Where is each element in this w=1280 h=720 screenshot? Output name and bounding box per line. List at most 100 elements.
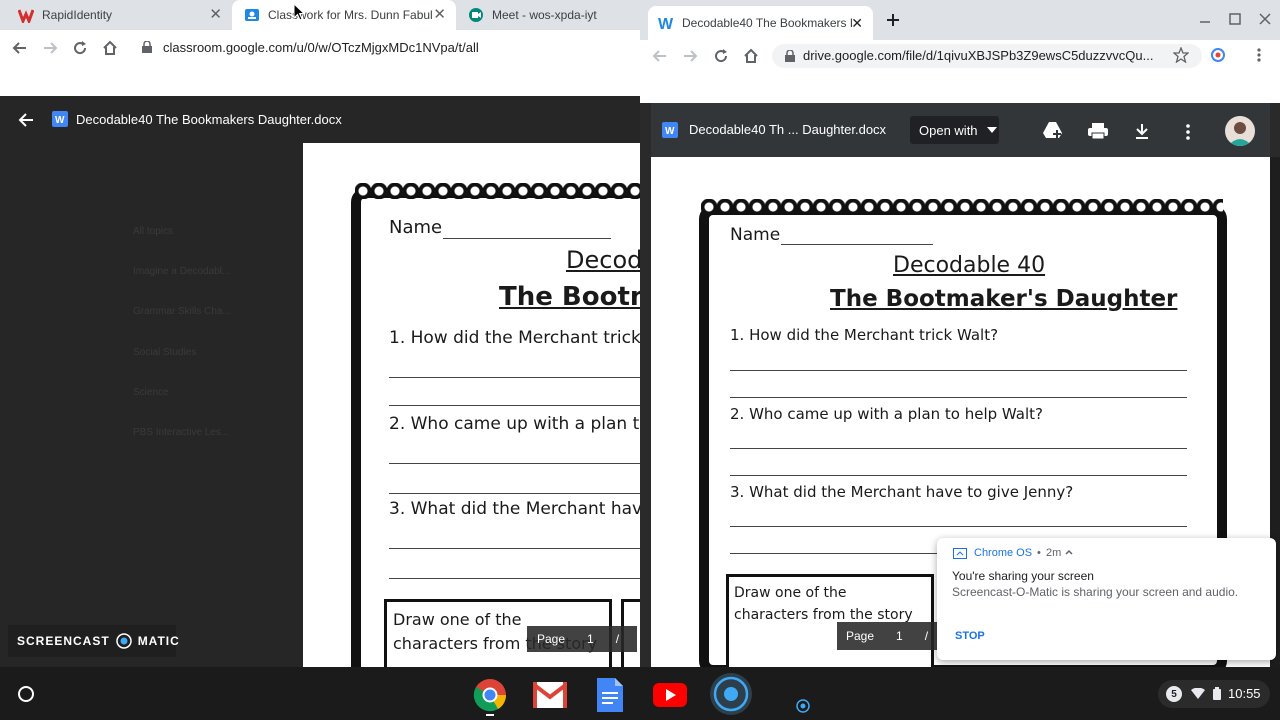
lock-icon xyxy=(142,41,152,53)
word-doc-icon: W xyxy=(52,111,68,127)
star-icon[interactable] xyxy=(1173,47,1189,63)
worksheet-heading: Decodable 40 xyxy=(893,253,1046,278)
browser-menu-icon[interactable] xyxy=(1256,47,1262,63)
logo-text-2: MATIC xyxy=(137,634,180,648)
add-to-drive-icon[interactable] xyxy=(1043,121,1063,139)
page-current[interactable]: 1 xyxy=(587,632,594,646)
maximize-icon[interactable] xyxy=(1229,13,1241,25)
draw-prompt-line-1: Draw one of the xyxy=(393,610,522,629)
tab-title: Decodable40 The Bookmakers D xyxy=(682,16,852,30)
question-1: 1. How did the Merchant trick Walt? xyxy=(730,326,999,344)
answer-line xyxy=(389,463,640,464)
page-current[interactable]: 1 xyxy=(896,629,903,643)
screen-share-notification: Chrome OS • 2m You're sharing your scree… xyxy=(937,538,1276,660)
answer-line xyxy=(730,526,1187,527)
notification-source: Chrome OS xyxy=(974,547,1033,559)
document-title: Decodable40 Th ... Daughter.docx xyxy=(689,122,887,137)
tab-classwork[interactable]: Classwork for Mrs. Dunn Fabulo ✕ xyxy=(232,0,456,30)
download-icon[interactable] xyxy=(1134,123,1150,139)
name-label: Name xyxy=(389,217,443,238)
answer-line xyxy=(730,475,1187,476)
topic-item: Imagine a Decodabl... xyxy=(133,266,231,277)
launcher-icon[interactable] xyxy=(16,684,36,704)
draw-prompt-line-2: characters from the story xyxy=(734,607,913,623)
svg-text:W: W xyxy=(665,126,675,137)
logo-text-1: SCREENCAST xyxy=(17,634,110,648)
forward-icon[interactable] xyxy=(678,44,702,68)
forward-icon[interactable] xyxy=(38,36,62,60)
logo-circle-icon xyxy=(115,633,132,649)
back-arrow-icon[interactable] xyxy=(18,112,34,128)
stop-sharing-button[interactable]: STOP xyxy=(955,630,985,642)
page-separator: / xyxy=(615,632,620,646)
answer-line xyxy=(389,578,640,579)
left-tab-strip: RapidIdentity ✕ Classwork for Mrs. Dunn … xyxy=(0,0,640,30)
name-label: Name xyxy=(730,225,781,245)
tab-meet[interactable]: Meet - wos-xpda-iyt xyxy=(456,0,640,30)
notification-count-badge[interactable]: 5 xyxy=(1166,686,1182,702)
back-icon[interactable] xyxy=(8,36,32,60)
reload-icon[interactable] xyxy=(68,36,92,60)
svg-text:W: W xyxy=(55,115,65,126)
notification-title: You're sharing your screen xyxy=(952,569,1094,583)
close-icon[interactable]: ✕ xyxy=(433,7,446,22)
topic-item: Science xyxy=(133,387,169,398)
meet-icon xyxy=(468,7,484,23)
new-tab-icon[interactable] xyxy=(885,12,901,28)
question-1: 1. How did the Merchant trick W xyxy=(389,328,640,348)
reload-icon[interactable] xyxy=(709,44,733,68)
dropdown-arrow-icon xyxy=(986,127,997,133)
tab-title: RapidIdentity xyxy=(42,8,113,22)
lock-icon xyxy=(785,50,795,62)
more-options-icon[interactable] xyxy=(1185,124,1191,140)
question-2: 2. Who came up with a plan to xyxy=(389,414,640,434)
answer-line xyxy=(730,397,1187,398)
tab-rapididentity[interactable]: RapidIdentity ✕ xyxy=(0,0,232,30)
chrome-icon[interactable] xyxy=(472,677,508,713)
worksheet-scallop xyxy=(701,199,1223,215)
topic-item: PBS Interactive Les... xyxy=(133,427,230,438)
close-icon[interactable]: ✕ xyxy=(209,7,222,22)
minimize-icon[interactable] xyxy=(1199,15,1211,27)
tab-decodable40[interactable]: W Decodable40 The Bookmakers D ✕ xyxy=(648,6,873,40)
answer-line xyxy=(389,405,640,406)
avatar[interactable] xyxy=(1225,116,1255,146)
chromeos-shelf xyxy=(0,667,1280,720)
worksheet-heading: Decod xyxy=(566,246,640,274)
gmail-icon[interactable] xyxy=(532,677,568,713)
tab-title: Meet - wos-xpda-iyt xyxy=(492,8,597,22)
open-with-button[interactable]: Open with xyxy=(910,116,999,144)
page-indicator: Page 1 / 1 xyxy=(527,626,637,652)
screencast-app-icon[interactable] xyxy=(710,673,752,715)
name-line xyxy=(443,238,611,239)
expand-chevron-icon[interactable] xyxy=(1065,547,1073,557)
address-bar-text[interactable]: drive.google.com/file/d/1qivuXBJSPb3Z9ew… xyxy=(803,48,1163,63)
back-icon[interactable] xyxy=(648,44,672,68)
home-icon[interactable] xyxy=(98,36,122,60)
address-bar[interactable]: classroom.google.com/u/0/w/OTczMjgxMDc1N… xyxy=(163,40,479,55)
close-icon[interactable]: ✕ xyxy=(851,15,863,32)
answer-line xyxy=(389,377,640,378)
notification-time: 2m xyxy=(1046,547,1062,559)
window-close-icon[interactable] xyxy=(1259,13,1271,25)
drawing-box: Draw one of the characters from the stor… xyxy=(726,574,934,667)
classroom-icon xyxy=(244,7,260,23)
worksheet-title: The Bootmaker's Daughter xyxy=(830,286,1178,312)
mouse-cursor-icon xyxy=(293,3,305,21)
battery-icon xyxy=(1213,687,1221,700)
screencast-o-matic-logo: SCREENCAST MATIC xyxy=(8,625,179,657)
bullet-separator: • xyxy=(1037,547,1041,559)
question-3: 3. What did the Merchant have xyxy=(389,499,640,519)
google-docs-icon[interactable] xyxy=(592,677,628,713)
page-label: Page xyxy=(537,632,566,646)
answer-line xyxy=(730,370,1187,371)
answer-line xyxy=(730,448,1187,449)
topic-item: Grammar Skills Cha... xyxy=(133,306,231,317)
recording-indicator-icon xyxy=(795,698,811,714)
running-indicator xyxy=(486,714,494,716)
print-icon[interactable] xyxy=(1088,122,1108,140)
youtube-icon[interactable] xyxy=(652,677,688,713)
home-icon[interactable] xyxy=(739,44,763,68)
svg-text:W: W xyxy=(658,16,674,31)
extension-icon[interactable] xyxy=(1210,47,1226,63)
